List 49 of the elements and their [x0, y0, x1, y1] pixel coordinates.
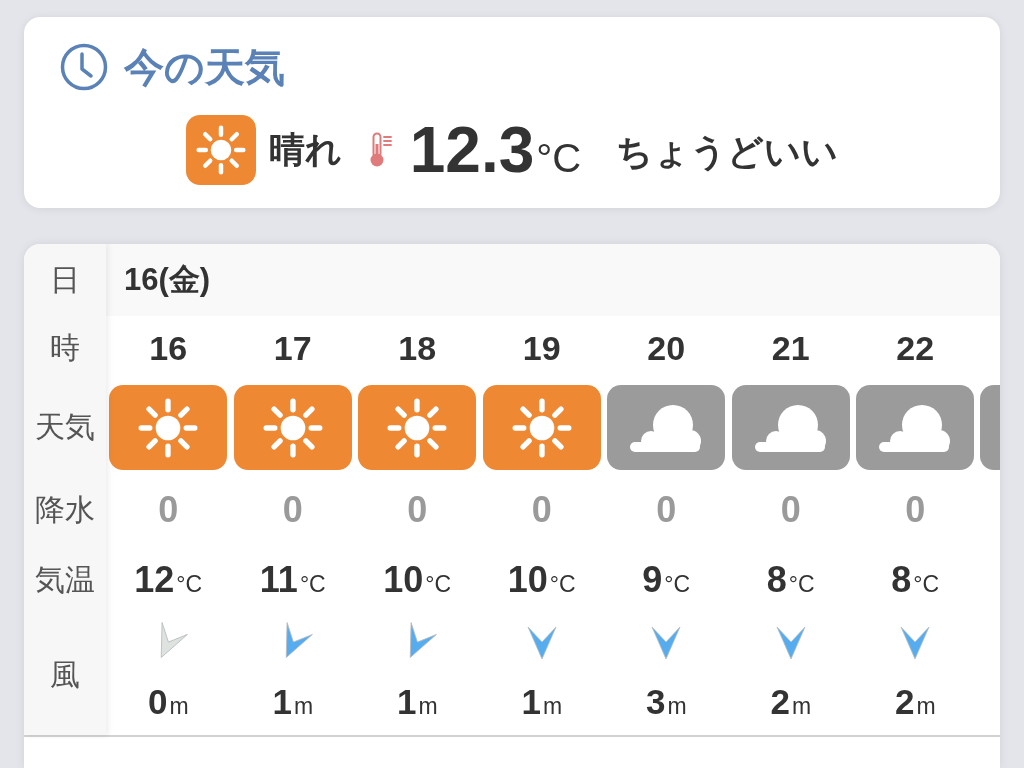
temperature-reading: 12.3°C — [409, 118, 582, 182]
row-label: 降水 — [35, 491, 95, 528]
hour-label: 22 — [896, 328, 935, 368]
sun-icon — [109, 385, 228, 470]
hour-label: 21 — [771, 328, 810, 368]
row-label: 日 — [50, 261, 80, 298]
sun-icon — [482, 385, 601, 470]
temperature-reading: 9°C — [642, 559, 691, 601]
sun-icon — [233, 385, 352, 470]
row-label: 時 — [50, 329, 80, 366]
temperature-reading: 10°C — [507, 559, 576, 601]
row-label: 風 — [50, 656, 80, 693]
wind-speed: 1m — [272, 682, 314, 723]
hour-label: 16 — [149, 328, 188, 368]
precipitation-value: 0 — [282, 489, 303, 531]
temperature-reading: 11°C — [259, 559, 326, 601]
wind-speed: 2 m — [894, 682, 936, 723]
hour-label: 17 — [273, 328, 312, 368]
cloud-icon — [731, 385, 850, 470]
precipitation-value: 0 — [407, 489, 428, 531]
precipitation-value: 0 — [531, 489, 552, 531]
cloud-icon — [856, 385, 975, 470]
weather-label: 晴れ — [268, 127, 342, 172]
row-label: 天気 — [35, 409, 95, 445]
cloud-icon — [607, 385, 726, 470]
sun-icon — [185, 115, 256, 185]
clock-icon — [60, 43, 108, 91]
date-label: 16(金) — [124, 261, 211, 299]
wind-speed: 1m — [521, 682, 563, 723]
temperature-reading: 12°C — [134, 559, 203, 601]
precipitation-value: 0 — [780, 489, 801, 531]
row-label: 気温 — [35, 561, 95, 598]
wind-speed: 3 m — [645, 682, 687, 723]
temperature-reading: 10°C — [383, 559, 452, 601]
thermometer-icon — [368, 132, 395, 168]
precipitation-value: 0 — [158, 489, 179, 531]
comfort-label: ちょうどいい — [616, 129, 839, 174]
hour-label: 20 — [647, 328, 686, 368]
wind-speed: 2m — [770, 682, 812, 723]
wind-speed: 0 m — [147, 682, 189, 723]
hour-label: 19 — [522, 328, 561, 368]
sun-icon — [358, 385, 477, 470]
card-title: 今の天気 — [124, 43, 285, 91]
hour-label: 18 — [398, 328, 437, 368]
precipitation-value: 0 — [656, 489, 677, 531]
wind-speed: 1m — [396, 682, 438, 723]
temperature-reading: 8°C — [891, 559, 940, 601]
precipitation-value: 0 — [905, 489, 926, 531]
temperature-reading: 8°C — [766, 559, 815, 601]
